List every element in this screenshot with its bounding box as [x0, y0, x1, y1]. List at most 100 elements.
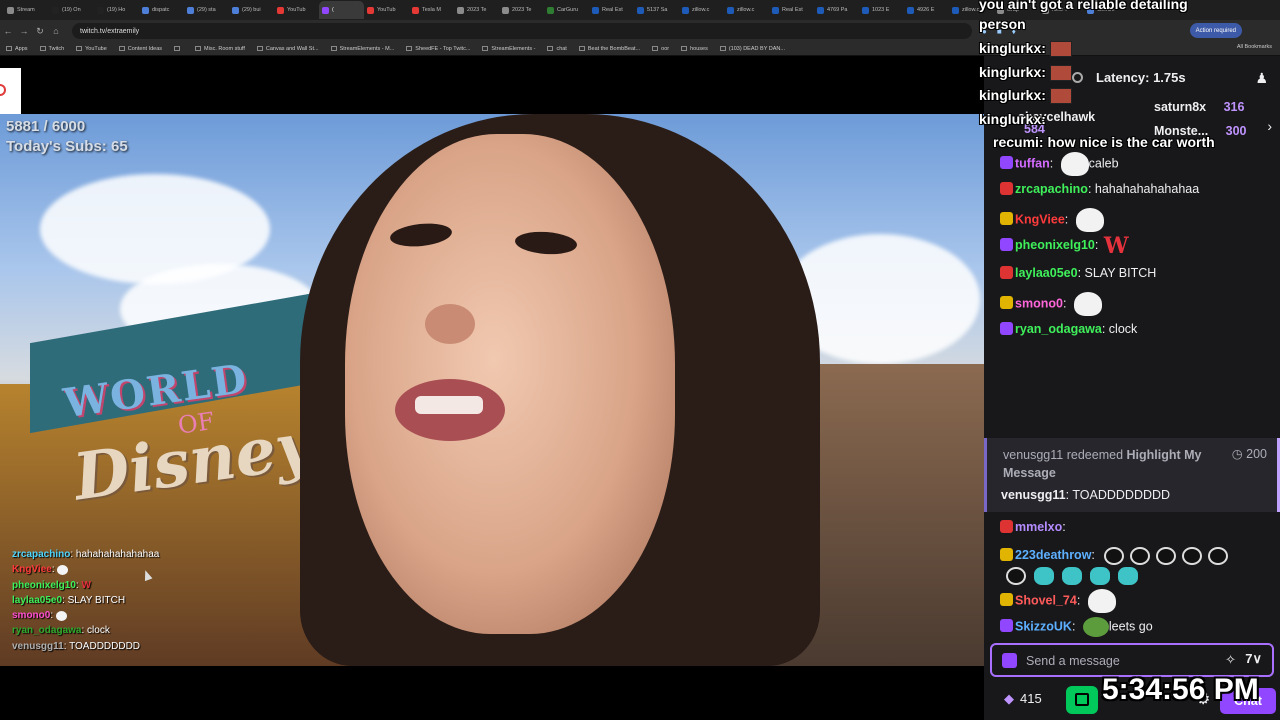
browser-tab[interactable]: CarGuru: [544, 1, 589, 19]
chat-username[interactable]: pheonixelg10: [1015, 238, 1095, 252]
tab-favicon-icon: [502, 6, 509, 14]
reload-icon[interactable]: ↻: [32, 26, 48, 37]
overlay-chat-user: venusgg11: [12, 640, 64, 652]
bookmark-folder-icon: [482, 46, 489, 51]
bookmark-item[interactable]: houses: [681, 46, 708, 52]
chevron-right-icon[interactable]: ›: [1267, 118, 1272, 134]
bookmark-item[interactable]: Misc. Room stuff: [195, 46, 245, 52]
action-required-button[interactable]: Action required: [1189, 23, 1242, 38]
tab-label: 4926 E: [917, 7, 935, 13]
browser-tab[interactable]: YouTub: [364, 1, 409, 19]
tab-label: Real Est: [782, 7, 803, 13]
chat-username[interactable]: ryan_odagawa: [1015, 322, 1102, 336]
browser-tab[interactable]: zillow.c: [724, 1, 769, 19]
browser-tab[interactable]: (29) sta: [184, 1, 229, 19]
browser-tab[interactable]: (: [319, 1, 364, 19]
bookmark-item[interactable]: SheedFE - Top Twitc...: [406, 46, 470, 52]
bookmark-item[interactable]: Canvas and Wall St...: [256, 45, 319, 52]
tab-favicon-icon: [817, 6, 824, 14]
emote-icon: [1118, 566, 1138, 585]
seventv-icon[interactable]: 7∨: [1245, 651, 1262, 667]
chat-username[interactable]: laylaa05e0: [1015, 266, 1078, 280]
chat-input[interactable]: Send a message ✧ 7∨: [990, 643, 1274, 677]
chat-username[interactable]: tuffan: [1015, 156, 1050, 170]
chat-username[interactable]: smono0: [1015, 296, 1063, 310]
url-field[interactable]: twitch.tv/extraemily: [72, 23, 972, 39]
bookmark-item[interactable]: StreamElements -: [482, 46, 535, 52]
highlight-redemption: venusgg11 redeemed Highlight My Message …: [984, 438, 1280, 512]
bookmark-item[interactable]: chat: [547, 45, 567, 52]
bookmark-item[interactable]: StreamElements - M...: [330, 46, 394, 52]
emote-picker-icon[interactable]: [1002, 653, 1017, 668]
player-bottom-bar: [0, 666, 984, 720]
browser-tab[interactable]: 4926 E: [904, 1, 949, 19]
chat-username[interactable]: mmelxo: [1015, 520, 1062, 534]
bookmark-folder-icon: [652, 46, 659, 51]
chat-username[interactable]: zrcapachino: [1015, 182, 1088, 196]
hype-entry: 584: [1024, 122, 1045, 136]
browser-tab[interactable]: zillow.c: [949, 1, 994, 19]
bookmark-item[interactable]: oor: [652, 46, 669, 52]
home-icon[interactable]: ⌂: [48, 26, 64, 36]
overlay-chat-line: KngViee:: [12, 562, 252, 577]
tab-label: (29) bui: [242, 7, 261, 13]
back-icon[interactable]: ←: [0, 26, 16, 36]
browser-tab[interactable]: 5137 Sa: [634, 1, 679, 19]
bookmark-label: chat: [556, 45, 567, 52]
browser-tab[interactable]: YouTub: [274, 1, 319, 19]
chat-messages: venusgg11 redeemed Highlight My Message …: [984, 152, 1280, 638]
browser-tab[interactable]: (19) On: [49, 1, 94, 19]
chat-badge-icon: [1000, 322, 1013, 335]
browser-tab[interactable]: 4769 Pa: [814, 1, 859, 19]
extension-icon[interactable]: ●: [982, 27, 987, 36]
bookmark-item[interactable]: Apps: [6, 46, 28, 52]
tab-favicon-icon: [952, 6, 959, 14]
extension-icon[interactable]: ■: [997, 27, 1002, 36]
browser-tab[interactable]: Stream: [4, 1, 49, 19]
bookmark-item[interactable]: (103) DEAD BY DAN...: [719, 46, 785, 52]
confetti-icon[interactable]: ✧: [1225, 652, 1236, 668]
gift-button[interactable]: [1066, 686, 1098, 714]
puzzle-icon[interactable]: ♦: [1012, 27, 1016, 36]
sub-goal-overlay: 5881 / 6000 Today's Subs: 65: [6, 117, 128, 157]
forward-icon[interactable]: →: [16, 26, 32, 36]
chat-colon: :: [1087, 182, 1095, 196]
side-nav-strip[interactable]: [0, 68, 21, 114]
bookmark-item[interactable]: Twitch: [39, 46, 64, 52]
stream-chat-overlay: zrcapachino: hahahahahahahaa KngViee: phe…: [12, 547, 252, 654]
browser-tab[interactable]: wrap: [994, 1, 1039, 19]
bookmark-item[interactable]: [174, 46, 183, 51]
browser-tab[interactable]: Real Est: [769, 1, 814, 19]
highlighted-message: venusgg11: TOADDDDDDDD: [1001, 488, 1171, 502]
browser-tab[interactable]: Tesla M: [409, 1, 454, 19]
hype-leaderboard[interactable]: shaycelhawk 584 saturn8x 316 Monste... 3…: [984, 96, 1280, 142]
bookmark-item[interactable]: Content Ideas: [118, 46, 162, 52]
browser-tab[interactable]: zillow.c: [679, 1, 724, 19]
browser-tab[interactable]: dispatc: [139, 1, 184, 19]
chat-username[interactable]: 223deathrow: [1015, 548, 1091, 562]
browser-tab[interactable]: (29) bui: [229, 1, 274, 19]
browser-tab[interactable]: 2023 Te: [454, 1, 499, 19]
browser-tab[interactable]: Gemini: [1084, 1, 1129, 19]
bookmark-label: YouTube: [85, 45, 107, 52]
browser-tab[interactable]: 1023 E: [859, 1, 904, 19]
browser-tab[interactable]: (19) Ho: [94, 1, 139, 19]
hype-entry: saturn8x 316: [1154, 100, 1244, 114]
chat-badge-icon: [1000, 212, 1013, 226]
browser-tab[interactable]: Real Est: [589, 1, 634, 19]
chat-text: caleb: [1088, 156, 1119, 171]
chat-username[interactable]: KngViee: [1015, 212, 1065, 226]
highlight-message-user[interactable]: venusgg11: [1001, 488, 1066, 502]
chat-username[interactable]: Shovel_74: [1015, 593, 1077, 607]
users-icon[interactable]: ♟: [1255, 70, 1268, 87]
all-bookmarks[interactable]: All Bookmarks: [1237, 44, 1272, 50]
bookmark-label: Canvas and Wall St...: [265, 45, 319, 52]
bookmark-item[interactable]: Beat the BombBeat...: [578, 46, 640, 52]
browser-tab[interactable]: New T: [1039, 1, 1084, 19]
browser-tab[interactable]: 2023 Te: [499, 1, 544, 19]
bookmark-item[interactable]: YouTube: [76, 46, 107, 52]
channel-points[interactable]: ◆ 415: [1004, 691, 1042, 707]
chat-username[interactable]: SkizzoUK: [1015, 619, 1072, 633]
sub-goal-text: 5881 / 6000: [6, 118, 86, 135]
hype-count: 300: [1225, 124, 1247, 138]
